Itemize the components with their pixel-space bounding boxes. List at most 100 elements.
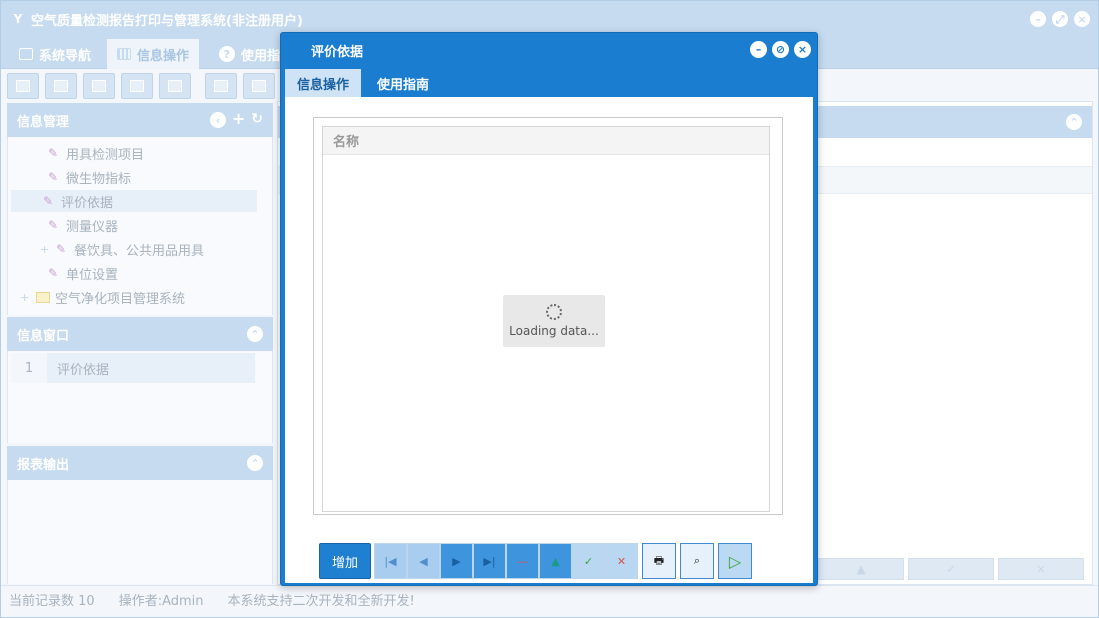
tree-item[interactable]: + ✎ 餐饮具、公共用品用具: [40, 238, 204, 260]
tree-item-label: 餐饮具、公共用品用具: [74, 243, 205, 259]
printer-icon: [252, 80, 266, 92]
dialog-body: 名称 Loading data... 增加 |◀ ◀ ▶ ▶| — ▲ ✓ ✕ …: [285, 97, 813, 583]
grid-icon: [117, 48, 131, 60]
close-icon[interactable]: ×: [1074, 11, 1090, 27]
previous-icon: ◀: [419, 554, 428, 568]
dialog-title: 评价依据: [311, 44, 364, 60]
export-icon: [214, 80, 228, 92]
loading-text: Loading data...: [509, 324, 599, 338]
tool-icon: ✎: [56, 242, 67, 256]
close-icon[interactable]: ×: [794, 41, 811, 58]
folder-icon: [36, 291, 50, 303]
main-window-controls: – ⤢ ×: [1030, 11, 1090, 27]
run-button[interactable]: ▷: [718, 543, 752, 579]
tab-info-operation[interactable]: 信息操作: [285, 69, 362, 97]
tree-item-label: 用具检测项目: [66, 147, 145, 163]
previous-record-button[interactable]: ◀: [407, 543, 440, 579]
tree-item[interactable]: + 空气净化项目管理系统: [20, 286, 185, 308]
cancel-button[interactable]: ×: [998, 558, 1084, 580]
tab-user-guide[interactable]: 使用指南: [365, 69, 441, 97]
confirm-button[interactable]: ✓: [908, 558, 994, 580]
tab-label: 信息操作: [137, 48, 190, 64]
info-management-header: 信息管理 ‹ + ↻: [7, 103, 273, 137]
main-toolbar: [7, 73, 275, 99]
add-icon[interactable]: +: [232, 111, 245, 128]
users-button[interactable]: [121, 73, 153, 99]
tool-icon: ✎: [48, 218, 59, 232]
app-title: 空气质量检测报告打印与管理系统(非注册用户): [31, 13, 303, 29]
tab-system-navigation[interactable]: 系统导航: [9, 39, 101, 69]
tree-item-label: 评价依据: [61, 195, 114, 211]
loading-mask: Loading data...: [503, 295, 605, 347]
tree-item[interactable]: ✎ 测量仪器: [48, 214, 118, 236]
list-item[interactable]: 1 评价依据: [11, 353, 255, 383]
play-icon: ▷: [728, 551, 742, 571]
back-icon[interactable]: ‹: [209, 112, 226, 128]
tree-item-label: 单位设置: [66, 267, 119, 283]
spinner-icon: [546, 304, 562, 320]
minimize-icon[interactable]: –: [1030, 11, 1046, 27]
expand-icon[interactable]: +: [40, 243, 50, 256]
status-bar: 当前记录数 10 操作者:Admin 本系统支持二次开发和全新开发!: [1, 585, 1098, 613]
search-button[interactable]: [7, 73, 39, 99]
tree-item[interactable]: ✎ 微生物指标: [48, 166, 131, 188]
tree-item[interactable]: ✎ 单位设置: [48, 262, 118, 284]
minimize-icon[interactable]: –: [750, 41, 767, 58]
print-button[interactable]: 🖶: [642, 543, 676, 579]
tab-info-operation[interactable]: 信息操作: [107, 39, 200, 69]
content-footer-buttons: ▲ ✓ ×: [818, 558, 1084, 580]
up-icon: ▲: [551, 554, 560, 568]
collapse-icon[interactable]: ⌃: [247, 455, 263, 471]
operator: 操作者:Admin: [118, 594, 204, 609]
panel-title: 信息窗口: [17, 328, 70, 344]
panel-title: 报表输出: [17, 457, 70, 473]
window-button[interactable]: [159, 73, 191, 99]
first-icon: |◀: [384, 554, 397, 568]
refresh-icon[interactable]: ↻: [251, 112, 263, 128]
app-logo-icon: Y: [13, 12, 23, 26]
record-count: 当前记录数 10: [9, 594, 95, 609]
cancel-button[interactable]: ✕: [605, 543, 638, 579]
panel-actions: ⌃: [247, 455, 263, 471]
collapse-icon[interactable]: ⌃: [247, 326, 263, 342]
tree-item[interactable]: ✎ 用具检测项目: [48, 142, 144, 164]
row-name: 评价依据: [47, 353, 255, 383]
search-icon: [16, 80, 30, 92]
report-output-header: 报表输出 ⌃: [7, 446, 273, 480]
save-button[interactable]: ✓: [572, 543, 605, 579]
panel-title: 信息管理: [17, 114, 70, 130]
tree-item-label: 测量仪器: [66, 219, 119, 235]
delete-button[interactable]: —: [506, 543, 539, 579]
export-button[interactable]: [205, 73, 237, 99]
last-icon: ▶|: [483, 554, 496, 568]
next-record-button[interactable]: ▶: [440, 543, 473, 579]
evaluation-basis-dialog: 评价依据 – ⊘ × 信息操作 使用指南 名称 Loading data... …: [280, 32, 818, 586]
preview-button[interactable]: ⌕: [680, 543, 714, 579]
panel-actions: ⌃: [247, 326, 263, 342]
maximize-icon[interactable]: ⊘: [772, 41, 789, 58]
tree-item-label: 空气净化项目管理系统: [55, 291, 186, 307]
dialog-titlebar[interactable]: 评价依据 – ⊘ ×: [281, 33, 817, 67]
tree-item-selected[interactable]: ✎ 评价依据: [11, 190, 257, 212]
add-button[interactable]: 增加: [319, 543, 371, 579]
tab-user-guide[interactable]: ? 使用指: [209, 39, 290, 69]
printer-icon: 🖶: [653, 553, 665, 567]
dialog-toolbar: 增加 |◀ ◀ ▶ ▶| — ▲ ✓ ✕ 🖶 ⌕ ▷: [319, 543, 752, 579]
tree-panel: ✎ 用具检测项目 ✎ 微生物指标 ✎ 评价依据 ✎ 测量仪器 + ✎ 餐饮具、公…: [7, 137, 273, 315]
document-button[interactable]: [83, 73, 115, 99]
collapse-icon[interactable]: ⌃: [1066, 114, 1082, 130]
restore-icon[interactable]: ⤢: [1052, 11, 1068, 27]
help-icon: ?: [219, 46, 235, 62]
column-header-name[interactable]: 名称: [323, 127, 769, 155]
first-record-button[interactable]: |◀: [374, 543, 407, 579]
users-icon: [130, 80, 144, 92]
edit-button[interactable]: ▲: [539, 543, 572, 579]
expand-icon[interactable]: +: [20, 291, 30, 304]
check-icon: ✓: [583, 554, 594, 568]
up-button[interactable]: ▲: [818, 558, 904, 580]
tool-icon: ✎: [48, 266, 59, 280]
last-record-button[interactable]: ▶|: [473, 543, 506, 579]
print-button[interactable]: [243, 73, 275, 99]
minus-icon: —: [517, 554, 528, 568]
list-button[interactable]: [45, 73, 77, 99]
